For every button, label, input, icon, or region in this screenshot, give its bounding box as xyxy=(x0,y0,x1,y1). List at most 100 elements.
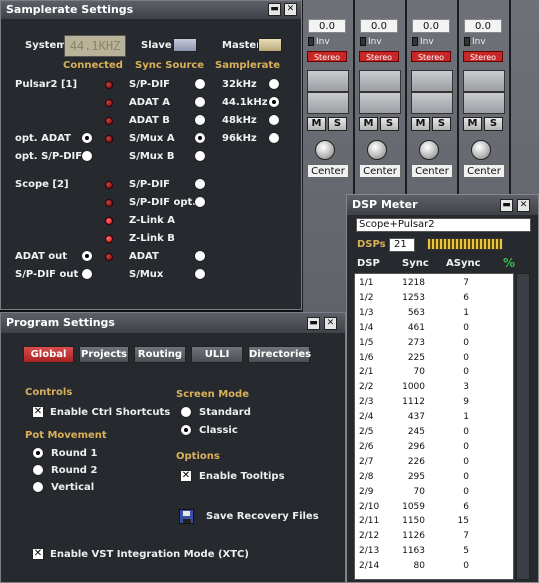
invert-toggle[interactable]: Inv xyxy=(360,36,400,49)
vst-mode-checkbox[interactable]: ✕ xyxy=(32,548,44,560)
close-icon[interactable]: ✕ xyxy=(284,3,297,16)
table-row: 2/11 1150 15 xyxy=(355,515,513,529)
master-button[interactable] xyxy=(258,38,282,52)
async-cell: 7 xyxy=(463,531,469,542)
invert-toggle[interactable]: Inv xyxy=(308,36,348,49)
close-icon[interactable]: ✕ xyxy=(324,317,337,330)
rate-radio[interactable] xyxy=(268,132,280,144)
mute-button[interactable]: M xyxy=(411,117,430,131)
input-radio[interactable] xyxy=(81,132,93,144)
sync-source-radio[interactable] xyxy=(194,178,206,190)
insert-slot[interactable] xyxy=(463,70,505,92)
mute-button[interactable]: M xyxy=(359,117,378,131)
sync-source-radio[interactable] xyxy=(194,150,206,162)
insert-slot[interactable] xyxy=(411,70,453,92)
connected-led xyxy=(105,199,113,207)
solo-button[interactable]: S xyxy=(432,117,451,131)
pot-radio[interactable] xyxy=(32,464,44,476)
sync-source-label: ADAT B xyxy=(129,115,170,126)
output-radio[interactable] xyxy=(81,250,93,262)
stereo-button[interactable]: Stereo xyxy=(411,51,451,62)
connected-led xyxy=(105,117,113,125)
pan-display: Center xyxy=(307,164,349,178)
output-label: S/P-DIF out xyxy=(15,269,79,280)
pan-knob[interactable] xyxy=(471,140,491,160)
insert-slot[interactable] xyxy=(359,92,401,114)
scrollbar[interactable] xyxy=(516,273,530,580)
rate-label: 44.1kHz xyxy=(222,97,268,108)
connected-led xyxy=(105,181,113,189)
tab-global[interactable]: Global xyxy=(23,346,74,363)
minimize-icon[interactable]: ▬ xyxy=(268,3,281,16)
pot-radio[interactable] xyxy=(32,447,44,459)
mute-button[interactable]: M xyxy=(463,117,482,131)
input-radio[interactable] xyxy=(81,150,93,162)
tooltips-checkbox[interactable]: ✕ xyxy=(180,470,192,482)
pan-knob[interactable] xyxy=(419,140,439,160)
sync-source-radio[interactable] xyxy=(194,250,206,262)
dsp-id-cell: 2/5 xyxy=(359,427,374,437)
tab-projects[interactable]: Projects xyxy=(79,346,129,363)
minimize-icon[interactable]: ▬ xyxy=(500,199,513,212)
tab-directories[interactable]: Directories xyxy=(248,346,311,363)
tab-ulli[interactable]: ULLI xyxy=(191,346,243,363)
dsp-id-cell: 2/4 xyxy=(359,412,374,423)
close-icon[interactable]: ✕ xyxy=(517,199,530,212)
screen-mode-label: Standard xyxy=(199,407,251,418)
stereo-button[interactable]: Stereo xyxy=(359,51,399,62)
pan-display: Center xyxy=(359,164,401,178)
async-cell: 5 xyxy=(463,546,469,557)
sync-source-radio[interactable] xyxy=(194,78,206,90)
minimize-icon[interactable]: ▬ xyxy=(307,317,320,330)
tab-routing[interactable]: Routing xyxy=(134,346,186,363)
mute-button[interactable]: M xyxy=(307,117,326,131)
async-cell: 0 xyxy=(463,352,469,363)
dsp-id-cell: 1/3 xyxy=(359,307,374,318)
async-cell: 1 xyxy=(463,307,469,318)
pan-knob[interactable] xyxy=(315,140,335,160)
dsp-id-cell: 1/6 xyxy=(359,352,374,363)
sync-source-radio[interactable] xyxy=(194,268,206,280)
screen-mode-radio[interactable] xyxy=(180,406,192,418)
sync-source-radio[interactable] xyxy=(194,132,206,144)
insert-slot[interactable] xyxy=(463,92,505,114)
sync-source-radio[interactable] xyxy=(194,196,206,208)
level-display[interactable]: 0.0 xyxy=(360,19,398,33)
sync-source-radio[interactable] xyxy=(194,114,206,126)
percent-toggle[interactable]: % xyxy=(503,256,515,270)
insert-slot[interactable] xyxy=(359,70,401,92)
rate-radio[interactable] xyxy=(268,78,280,90)
sync-source-radio[interactable] xyxy=(194,96,206,108)
sync-source-label: S/P-DIF xyxy=(129,79,171,90)
insert-slot[interactable] xyxy=(411,92,453,114)
slave-button[interactable] xyxy=(173,38,197,52)
insert-slot[interactable] xyxy=(307,70,349,92)
pan-knob[interactable] xyxy=(367,140,387,160)
level-display[interactable]: 0.0 xyxy=(308,19,346,33)
solo-button[interactable]: S xyxy=(380,117,399,131)
sync-source-label: S/Mux B xyxy=(129,151,175,162)
async-cell: 6 xyxy=(463,501,469,512)
save-recovery-button[interactable]: Save Recovery Files xyxy=(206,511,319,522)
screen-mode-radio[interactable] xyxy=(180,424,192,436)
pot-radio[interactable] xyxy=(32,481,44,493)
invert-toggle[interactable]: Inv xyxy=(464,36,504,49)
ctrl-shortcuts-checkbox[interactable]: ✕ xyxy=(32,406,44,418)
rate-radio[interactable] xyxy=(268,114,280,126)
pan-display: Center xyxy=(411,164,453,178)
solo-button[interactable]: S xyxy=(484,117,503,131)
invert-toggle[interactable]: Inv xyxy=(412,36,452,49)
output-radio[interactable] xyxy=(81,268,93,280)
card-selector[interactable]: Scope+Pulsar2 xyxy=(356,218,531,232)
sync-cell: 1000 xyxy=(402,382,425,393)
save-icon[interactable] xyxy=(179,509,194,524)
level-display[interactable]: 0.0 xyxy=(412,19,450,33)
async-cell: 0 xyxy=(463,427,469,437)
insert-slot[interactable] xyxy=(307,92,349,114)
solo-button[interactable]: S xyxy=(328,117,347,131)
level-display[interactable]: 0.0 xyxy=(464,19,502,33)
stereo-button[interactable]: Stereo xyxy=(307,51,347,62)
stereo-button[interactable]: Stereo xyxy=(463,51,503,62)
sync-cell: 1126 xyxy=(402,531,425,542)
rate-radio[interactable] xyxy=(268,96,280,108)
